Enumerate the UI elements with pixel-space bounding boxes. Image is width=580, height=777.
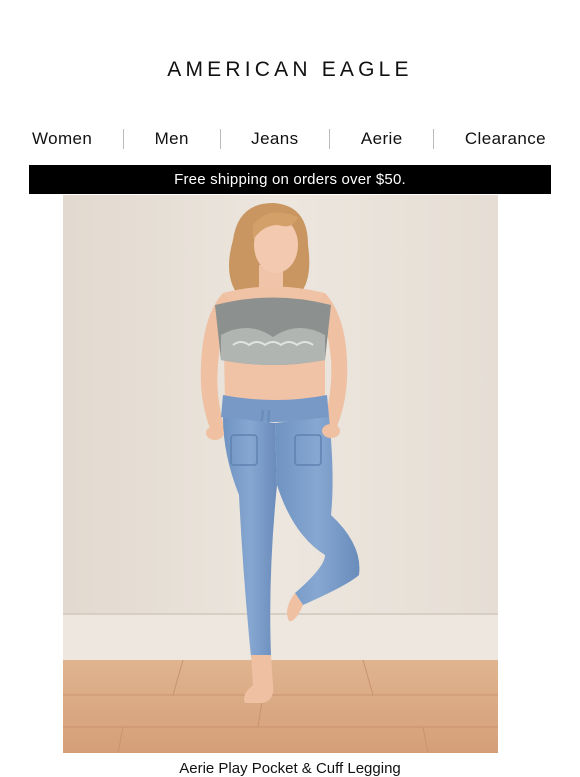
nav-item-men[interactable]: Men (151, 129, 193, 149)
nav-divider (219, 129, 221, 149)
banner-text: Free shipping on orders over $50. (174, 171, 406, 188)
nav-divider (122, 129, 124, 149)
nav-divider (329, 129, 331, 149)
brand-logo[interactable]: AMERICAN EAGLE (0, 58, 580, 82)
nav-item-clearance[interactable]: Clearance (461, 129, 550, 149)
nav-item-jeans[interactable]: Jeans (247, 129, 302, 149)
nav-divider (433, 129, 435, 149)
nav-item-aerie[interactable]: Aerie (357, 129, 407, 149)
product-hero-image[interactable] (63, 195, 498, 753)
product-name-link[interactable]: Aerie Play Pocket & Cuff Legging (0, 760, 580, 777)
free-shipping-banner[interactable]: Free shipping on orders over $50. (29, 165, 551, 194)
main-nav: Women Men Jeans Aerie Clearance (28, 126, 550, 152)
model-photo (63, 195, 498, 753)
nav-item-women[interactable]: Women (28, 129, 96, 149)
